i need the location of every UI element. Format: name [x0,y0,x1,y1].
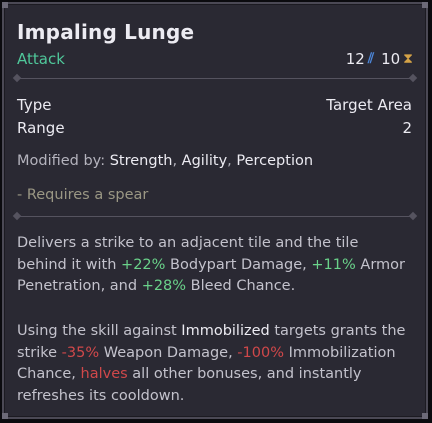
desc-text: Bodypart Damage, [165,256,312,273]
stat-label: Type [17,96,52,114]
keyword-immobilized: Immobilized [181,323,270,339]
weapon-requirement: - Requires a spear [17,187,149,203]
skill-tooltip: Impaling Lunge Attack 12 ⫽ 10 ⧗ Type Tar… [2,2,428,419]
bonus-armor-penetration: +11% [311,256,356,273]
energy-cost: 12 [345,50,365,68]
divider [16,216,414,217]
bonus-bleed-chance: +28% [141,278,187,294]
stat-row-type: Type Target Area [17,96,412,114]
skill-title: Impaling Lunge [17,20,195,44]
corner-ornament [2,2,8,8]
modified-by-label: Modified by: [17,153,106,169]
bonus-bodypart-damage: +22% [121,256,166,273]
attribute-strength: Strength [109,153,173,169]
stat-value: Target Area [326,96,412,114]
corner-ornament [2,413,8,419]
energy-icon: ⫽ [367,51,375,67]
skill-costs: 12 ⫽ 10 ⧗ [346,50,413,68]
skill-type: Attack [17,50,65,68]
desc-text: Bleed Chance. [186,278,296,294]
corner-ornament [422,413,428,419]
penalty-immobilization-chance: -100% [237,344,284,361]
keyword-halves: halves [80,366,128,382]
divider [16,78,414,79]
attribute-agility: Agility [181,153,228,169]
stat-value: 2 [402,119,412,137]
stat-label: Range [17,119,65,137]
desc-text: Weapon Damage, [99,344,238,361]
hourglass-icon: ⧗ [403,51,413,67]
skill-condition-description: Using the skill against Immobilized targ… [17,321,412,407]
modified-by: Modified by: Strength, Agility, Percepti… [17,153,313,169]
separator: , [227,153,232,169]
cooldown-value: 10 [381,50,401,68]
stat-row-range: Range 2 [17,119,412,137]
attribute-perception: Perception [236,153,314,169]
penalty-weapon-damage: -35% [61,344,100,361]
corner-ornament [422,2,428,8]
skill-description: Delivers a strike to an adjacent tile an… [17,233,412,298]
separator: , [172,153,178,169]
desc-text: Using the skill against [17,323,182,339]
